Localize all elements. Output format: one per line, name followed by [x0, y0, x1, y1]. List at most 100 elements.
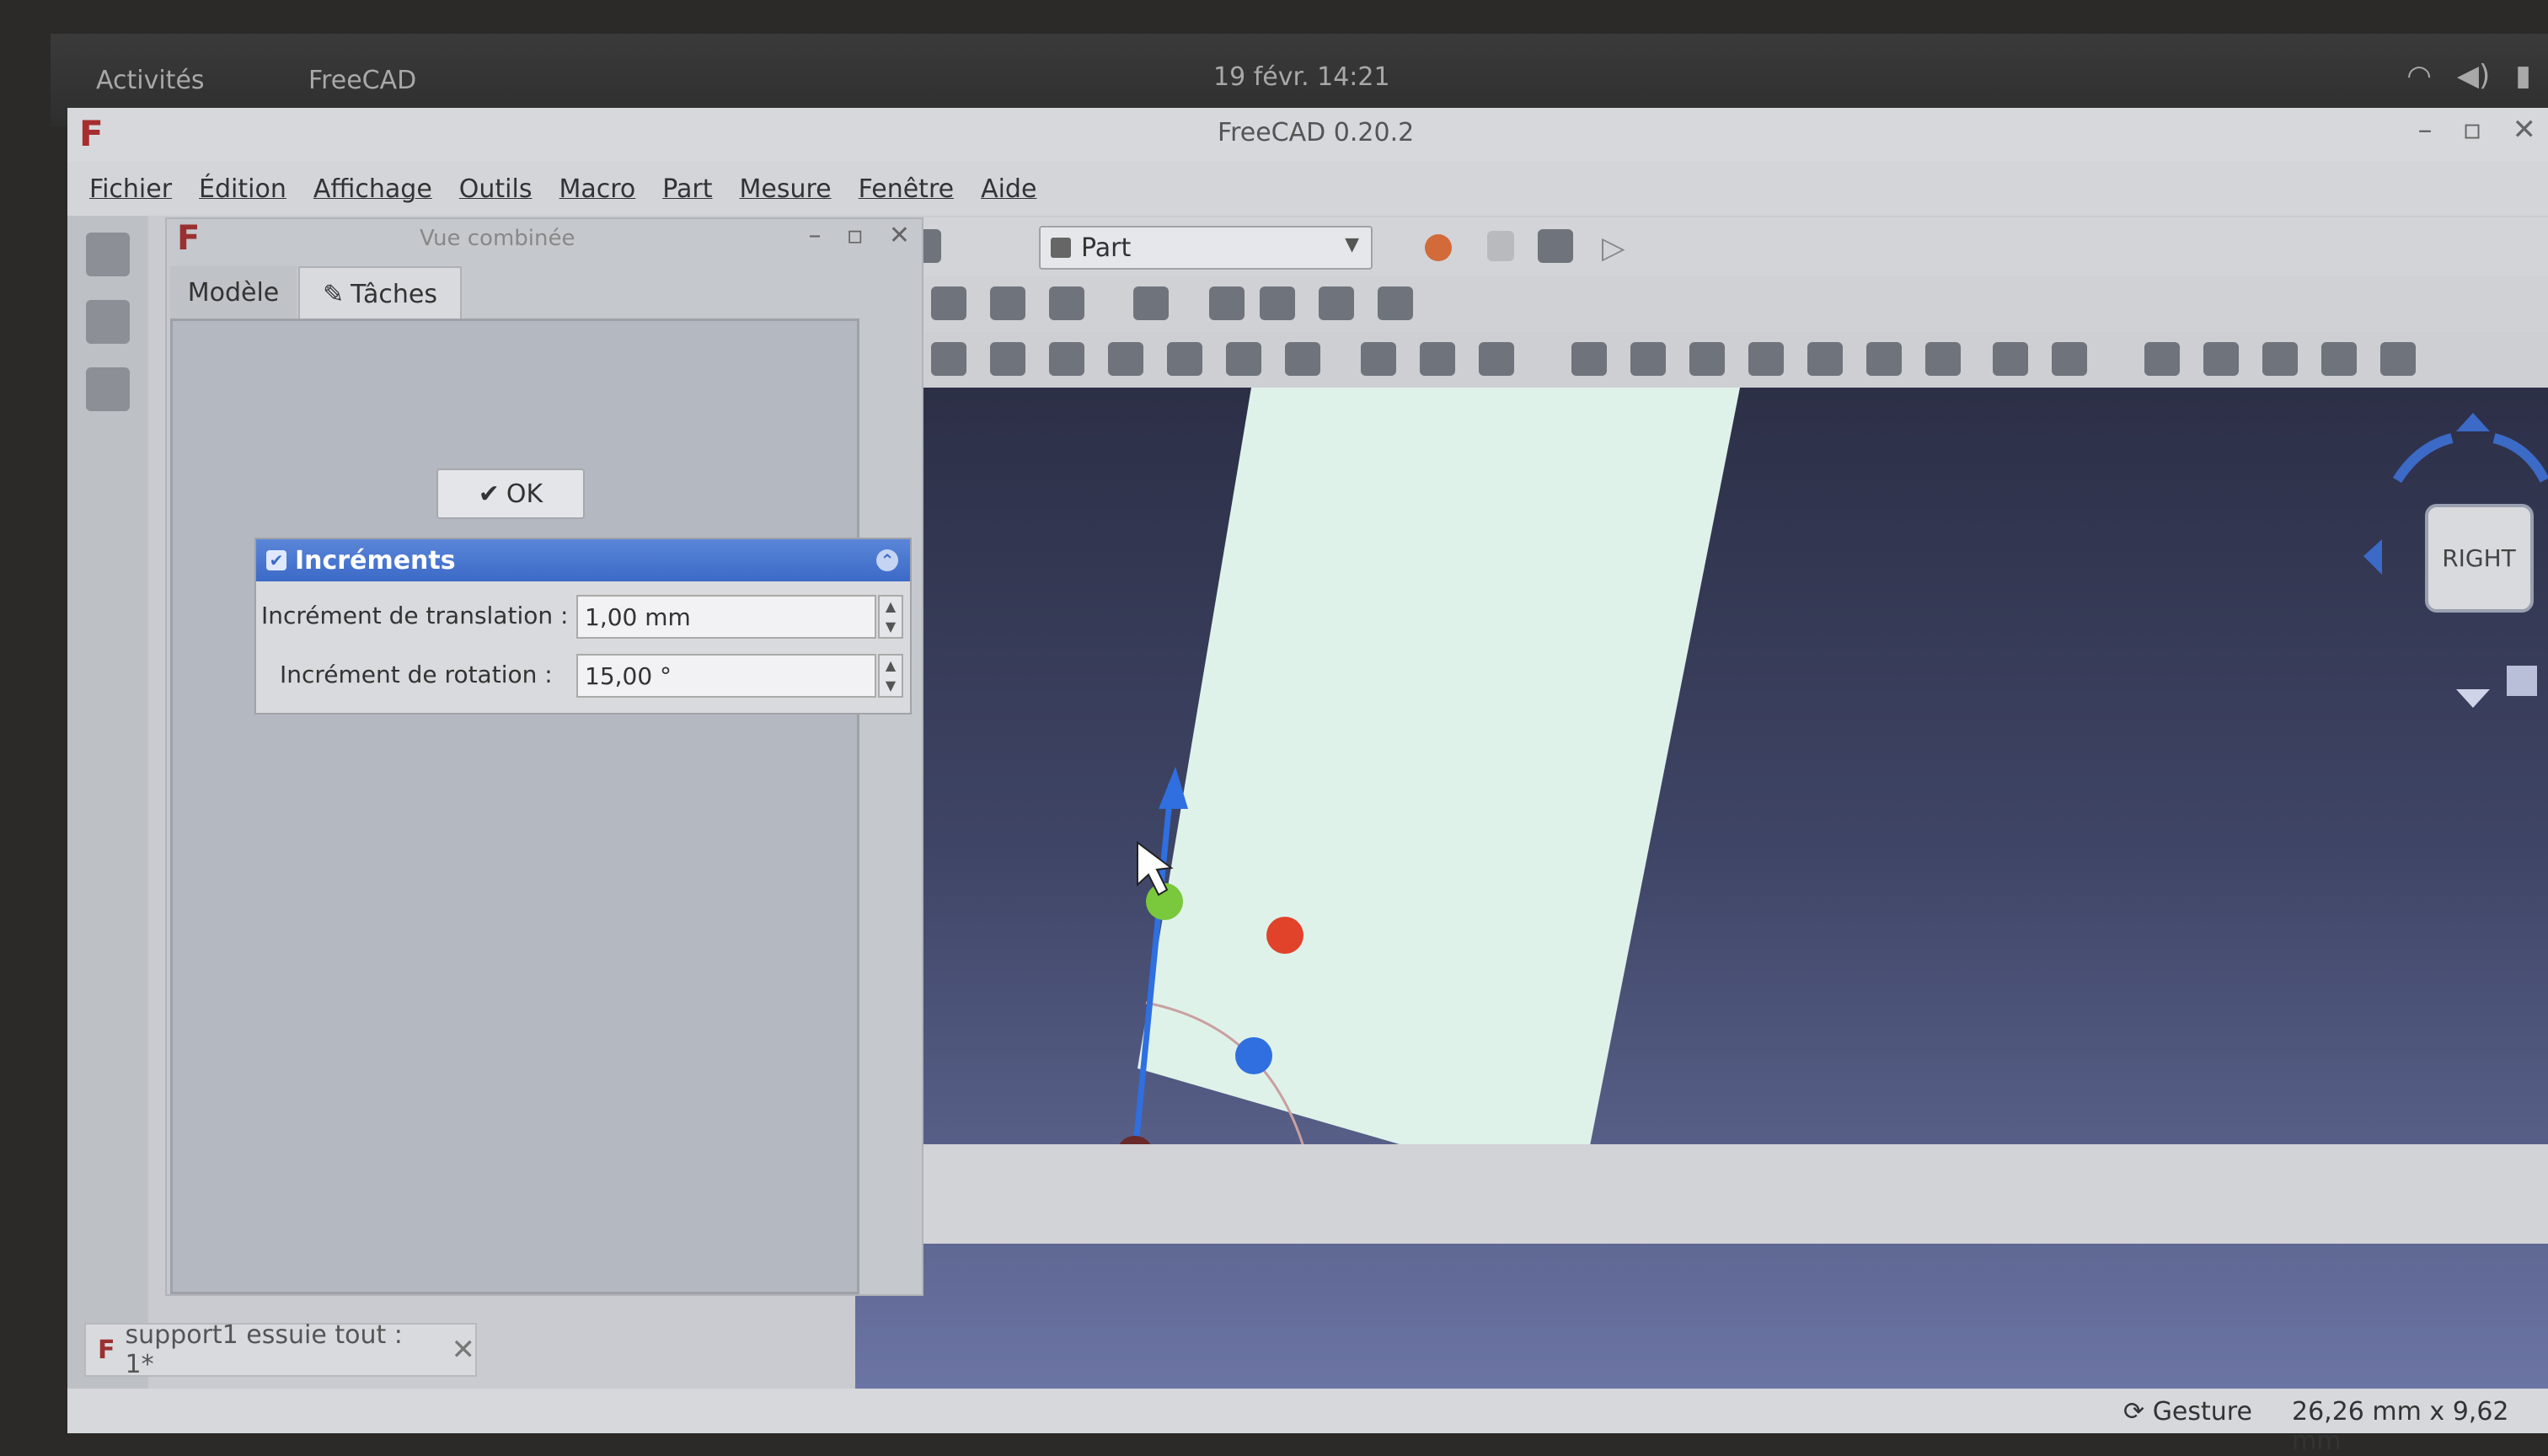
measure-linear-icon[interactable]	[2144, 342, 2180, 376]
menu-edition[interactable]: Édition	[199, 174, 286, 204]
record-macro-icon[interactable]	[1425, 234, 1452, 261]
gizmo-rot-red[interactable]	[1266, 917, 1303, 954]
window-title: FreeCAD 0.20.2	[1218, 118, 1415, 147]
edit-macro-icon[interactable]	[1538, 229, 1573, 263]
top-view-icon[interactable]	[990, 286, 1025, 320]
menu-fichier[interactable]: Fichier	[89, 174, 172, 204]
dimensions-readout: 26,26 mm x 9,62 mm	[2292, 1397, 2509, 1456]
measure-icon[interactable]	[1133, 286, 1169, 320]
menu-part[interactable]: Part	[662, 174, 712, 204]
group-icon[interactable]	[1260, 286, 1295, 320]
minimize-button[interactable]: –	[2417, 113, 2432, 147]
close-button[interactable]: ✕	[2513, 113, 2537, 147]
menu-outils[interactable]: Outils	[459, 174, 533, 204]
battery-icon: ▮	[2515, 59, 2531, 93]
compound-icon[interactable]	[1925, 342, 1961, 376]
ok-button[interactable]: ✔ OK	[436, 468, 585, 519]
part-tool-5-icon[interactable]	[1108, 342, 1143, 376]
stop-macro-icon[interactable]	[1487, 231, 1514, 261]
check-icon: ✔	[478, 479, 500, 509]
part-tool-2-icon[interactable]	[931, 342, 966, 376]
part-tool-6-icon[interactable]	[1167, 342, 1202, 376]
execute-macro-icon[interactable]: ▷	[1602, 231, 1625, 265]
menu-aide[interactable]: Aide	[981, 174, 1036, 204]
workbench-selector[interactable]: Part ▼	[1039, 226, 1373, 270]
rotation-row: Incrément de rotation : 15,00 ° ▲ ▼	[256, 649, 910, 703]
navigation-style-label: Gesture	[2152, 1397, 2252, 1427]
combo-view-title: Vue combinée	[420, 226, 575, 251]
menu-macro[interactable]: Macro	[559, 174, 635, 204]
part-tool-3-icon[interactable]	[990, 342, 1025, 376]
clock[interactable]: 19 févr. 14:21	[1213, 62, 1390, 92]
link-icon[interactable]	[1319, 286, 1354, 320]
rotation-input[interactable]: 15,00 °	[576, 654, 876, 698]
3d-viewport[interactable]: RIGHT	[855, 388, 2548, 1424]
translation-label: Incrément de translation :	[261, 602, 569, 629]
measure-angular-icon[interactable]	[2203, 342, 2239, 376]
menu-fenetre[interactable]: Fenêtre	[859, 174, 954, 204]
translation-input[interactable]: 1,00 mm	[576, 595, 876, 639]
part-tool-12-icon[interactable]	[1571, 342, 1607, 376]
arrow-up-icon[interactable]	[2456, 413, 2490, 431]
cut-icon[interactable]	[1689, 342, 1725, 376]
navigation-style-button[interactable]: ⟳ Gesture	[2123, 1397, 2252, 1427]
link-actions-icon[interactable]	[1378, 286, 1413, 320]
menu-mesure[interactable]: Mesure	[740, 174, 832, 204]
translation-row: Incrément de translation : 1,00 mm ▲ ▼	[256, 590, 910, 644]
left-toolbar	[67, 216, 148, 1429]
arrow-down-icon[interactable]	[2456, 689, 2490, 708]
common-icon[interactable]	[1807, 342, 1843, 376]
measure-clear-icon[interactable]	[2321, 342, 2357, 376]
tab-model[interactable]: Modèle	[170, 266, 297, 318]
split-icon[interactable]	[1866, 342, 1902, 376]
navigation-cube[interactable]: RIGHT	[2363, 413, 2548, 708]
volume-icon: ◀)	[2456, 59, 2491, 93]
system-tray[interactable]: ◠ ◀) ▮	[2406, 59, 2531, 93]
boolean-icon[interactable]	[1630, 342, 1666, 376]
zoom-icon[interactable]	[86, 300, 130, 344]
part-tool-10-icon[interactable]	[1420, 342, 1455, 376]
part-tool-9-icon[interactable]	[1361, 342, 1396, 376]
translation-spinner[interactable]: ▲ ▼	[878, 595, 903, 639]
document-tab[interactable]: F support1 essuie tout : 1* ✕	[84, 1320, 477, 1379]
right-view-icon[interactable]	[1049, 286, 1084, 320]
window-titlebar: F FreeCAD 0.20.2 – ▫ ✕	[67, 108, 2548, 162]
freecad-logo-icon: F	[79, 113, 104, 154]
tab-tasks[interactable]: ✎ Tâches	[298, 266, 462, 320]
rotation-spinner[interactable]: ▲ ▼	[878, 654, 903, 698]
app-menu[interactable]: FreeCAD	[308, 66, 416, 95]
gizmo-rot-blue[interactable]	[1235, 1037, 1272, 1074]
part-tool-11-icon[interactable]	[1479, 342, 1514, 376]
section-icon[interactable]	[2052, 342, 2087, 376]
viewport-bottom-band	[855, 1144, 2548, 1244]
combo-close-button[interactable]: ✕	[889, 221, 910, 250]
increments-header[interactable]: ✔ Incréments ⌃	[256, 539, 910, 581]
combo-minimize-button[interactable]: –	[809, 221, 822, 250]
arrow-left-icon[interactable]	[2363, 539, 2382, 575]
sketch-plane[interactable]	[1138, 388, 1740, 1196]
part-tool-8-icon[interactable]	[1285, 342, 1320, 376]
rotate-left-icon[interactable]	[2392, 433, 2454, 484]
gizmo-y-arrow[interactable]	[1159, 767, 1188, 809]
measure-toggle-icon[interactable]	[2380, 342, 2416, 376]
combo-float-button[interactable]: ▫	[847, 221, 864, 250]
check-geometry-icon[interactable]	[1993, 342, 2028, 376]
workbench-label: Part	[1081, 233, 1132, 263]
nav-cube-menu-icon[interactable]	[2507, 666, 2537, 696]
measure-refresh-icon[interactable]	[2262, 342, 2298, 376]
new-document-icon[interactable]	[86, 233, 130, 276]
part-tool-4-icon[interactable]	[1049, 342, 1084, 376]
activities-button[interactable]: Activités	[96, 66, 205, 95]
view-cube-icon[interactable]	[86, 367, 130, 411]
close-tab-icon[interactable]: ✕	[452, 1333, 476, 1367]
part-icon[interactable]	[1209, 286, 1245, 320]
part-tool-7-icon[interactable]	[1226, 342, 1261, 376]
freecad-logo-icon: F	[177, 219, 201, 258]
status-bar: ⟳ Gesture 26,26 mm x 9,62 mm	[67, 1389, 2548, 1456]
menu-affichage[interactable]: Affichage	[313, 174, 432, 204]
rotate-right-icon[interactable]	[2492, 433, 2548, 483]
maximize-button[interactable]: ▫	[2462, 113, 2481, 147]
front-view-icon[interactable]	[931, 286, 966, 320]
collapse-icon[interactable]: ⌃	[876, 549, 898, 571]
fuse-icon[interactable]	[1748, 342, 1784, 376]
